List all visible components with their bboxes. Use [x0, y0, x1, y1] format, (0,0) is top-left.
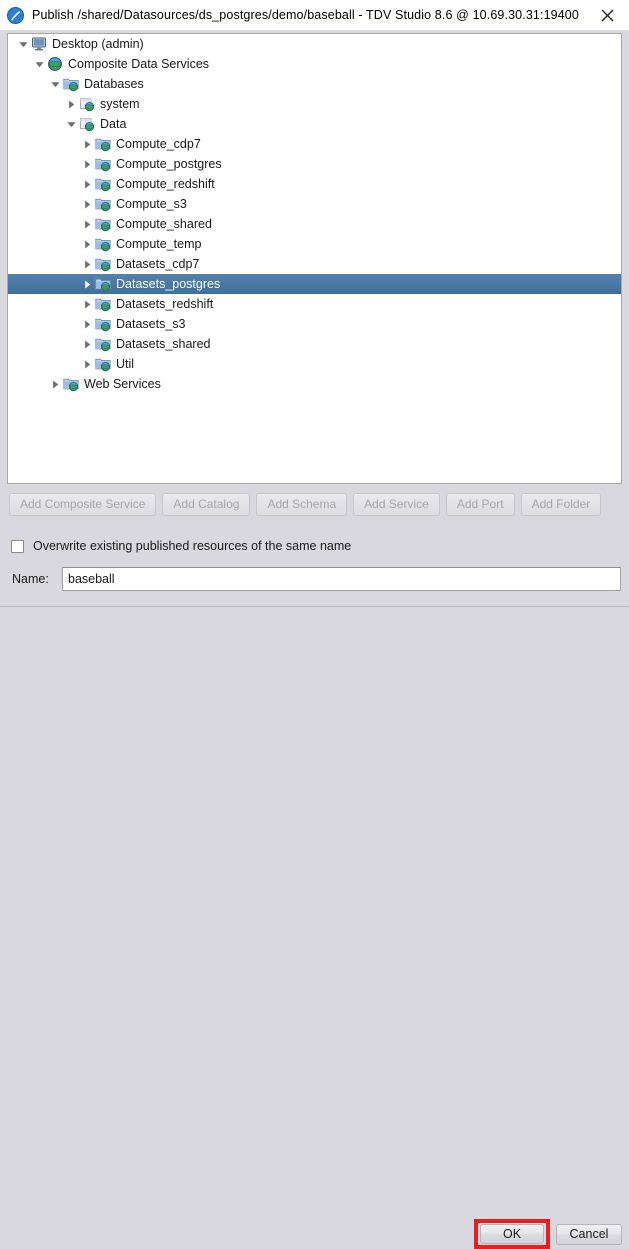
close-icon[interactable]: [585, 0, 629, 30]
folder-globe-icon: [95, 196, 111, 212]
catalog-globe-icon: [79, 116, 95, 132]
add-port-button[interactable]: Add Port: [445, 493, 515, 516]
chevron-right-icon[interactable]: [47, 374, 63, 394]
tree-item-compute-shared[interactable]: Compute_shared: [8, 214, 621, 234]
folder-globe-icon: [95, 296, 111, 312]
tree-item-label: Compute_redshift: [116, 177, 215, 191]
folder-globe-icon: [95, 216, 111, 232]
overwrite-label: Overwrite existing published resources o…: [33, 539, 352, 553]
tree-item-label: system: [100, 97, 140, 111]
folder-globe-icon: [95, 336, 111, 352]
tree-item-label: Datasets_cdp7: [116, 257, 200, 271]
tree-item-label: Util: [116, 357, 135, 371]
overwrite-checkbox[interactable]: [11, 539, 24, 553]
tree-item-label: Compute_s3: [116, 197, 187, 211]
folder-globe-icon: [95, 236, 111, 252]
tree-item-datasets-postgres[interactable]: Datasets_postgres: [8, 274, 621, 294]
chevron-right-icon[interactable]: [63, 94, 79, 114]
publish-dialog: Publish /shared/Datasources/ds_postgres/…: [0, 0, 629, 1249]
folder-globe-icon: [95, 136, 111, 152]
chevron-right-icon[interactable]: [79, 134, 95, 154]
tree-item-label: Compute_cdp7: [116, 137, 201, 151]
name-label: Name:: [12, 572, 49, 586]
folder-globe-icon: [95, 316, 111, 332]
tree-item-datasets-s3[interactable]: Datasets_s3: [8, 314, 621, 334]
tree-item-databases[interactable]: Databases: [8, 74, 621, 94]
tree-item-label: Datasets_s3: [116, 317, 186, 331]
folder-globe-icon: [63, 76, 79, 92]
ok-button[interactable]: OK: [480, 1224, 544, 1244]
chevron-right-icon[interactable]: [79, 214, 95, 234]
chevron-right-icon[interactable]: [79, 294, 95, 314]
folder-globe-icon: [95, 356, 111, 372]
tree-item-label: Desktop (admin): [52, 37, 144, 51]
add-folder-button[interactable]: Add Folder: [520, 493, 602, 516]
tree-item-label: Datasets_postgres: [116, 277, 221, 291]
tree-item-datasets-redshift[interactable]: Datasets_redshift: [8, 294, 621, 314]
folder-globe-icon: [95, 176, 111, 192]
folder-globe-icon: [95, 256, 111, 272]
name-row: Name:: [12, 567, 621, 591]
add-schema-button[interactable]: Add Schema: [256, 493, 348, 516]
chevron-right-icon[interactable]: [79, 354, 95, 374]
globe-icon: [47, 56, 63, 72]
add-catalog-button[interactable]: Add Catalog: [162, 493, 251, 516]
ok-button-highlight: OK: [474, 1219, 550, 1249]
folder-globe-icon: [95, 156, 111, 172]
chevron-right-icon[interactable]: [79, 254, 95, 274]
cancel-button[interactable]: Cancel: [556, 1224, 622, 1245]
tree-item-compute-postgres[interactable]: Compute_postgres: [8, 154, 621, 174]
chevron-down-icon[interactable]: [31, 54, 47, 74]
chevron-down-icon[interactable]: [15, 34, 31, 54]
tree-item-label: Datasets_shared: [116, 337, 211, 351]
tree-item-label: Datasets_redshift: [116, 297, 214, 311]
chevron-right-icon[interactable]: [79, 274, 95, 294]
chevron-right-icon[interactable]: [79, 154, 95, 174]
chevron-down-icon[interactable]: [47, 74, 63, 94]
tree-item-web-services[interactable]: Web Services: [8, 374, 621, 394]
tree-item-label: Compute_postgres: [116, 157, 222, 171]
tree-item-system[interactable]: system: [8, 94, 621, 114]
chevron-right-icon[interactable]: [79, 334, 95, 354]
tree-item-compute-s3[interactable]: Compute_s3: [8, 194, 621, 214]
tree-item-label: Composite Data Services: [68, 57, 210, 71]
chevron-down-icon[interactable]: [63, 114, 79, 134]
tree-item-util[interactable]: Util: [8, 354, 621, 374]
monitor-icon: [31, 36, 47, 52]
tree-item-composite-data-services[interactable]: Composite Data Services: [8, 54, 621, 74]
tree-item-datasets-shared[interactable]: Datasets_shared: [8, 334, 621, 354]
chevron-right-icon[interactable]: [79, 194, 95, 214]
tree-item-datasets-cdp7[interactable]: Datasets_cdp7: [8, 254, 621, 274]
chevron-right-icon[interactable]: [79, 174, 95, 194]
catalog-globe-icon: [79, 96, 95, 112]
add-service-button[interactable]: Add Service: [353, 493, 440, 516]
tree-item-label: Compute_shared: [116, 217, 212, 231]
tree-item-data[interactable]: Data: [8, 114, 621, 134]
window-title: Publish /shared/Datasources/ds_postgres/…: [32, 8, 579, 22]
folder-globe-icon: [95, 276, 111, 292]
tree-item-compute-cdp7[interactable]: Compute_cdp7: [8, 134, 621, 154]
tree-item-desktop-admin[interactable]: Desktop (admin): [8, 34, 621, 54]
resource-tree[interactable]: Desktop (admin) Composite Data Services Da…: [7, 33, 622, 484]
add-composite-service-button[interactable]: Add Composite Service: [9, 493, 157, 516]
tree-item-label: Compute_temp: [116, 237, 202, 251]
tree-item-label: Databases: [84, 77, 144, 91]
folder-globe-icon: [63, 376, 79, 392]
tree-item-compute-temp[interactable]: Compute_temp: [8, 234, 621, 254]
name-input[interactable]: [62, 567, 621, 591]
tdv-studio-icon: [7, 6, 24, 24]
tree-item-label: Web Services: [84, 377, 161, 391]
overwrite-option-row[interactable]: Overwrite existing published resources o…: [11, 538, 351, 554]
chevron-right-icon[interactable]: [79, 234, 95, 254]
dialog-footer: OK Cancel: [0, 607, 629, 1249]
title-bar: Publish /shared/Datasources/ds_postgres/…: [0, 0, 629, 30]
add-buttons-toolbar: Add Composite Service Add Catalog Add Sche…: [9, 493, 621, 516]
tree-item-compute-redshift[interactable]: Compute_redshift: [8, 174, 621, 194]
tree-item-label: Data: [100, 117, 127, 131]
chevron-right-icon[interactable]: [79, 314, 95, 334]
